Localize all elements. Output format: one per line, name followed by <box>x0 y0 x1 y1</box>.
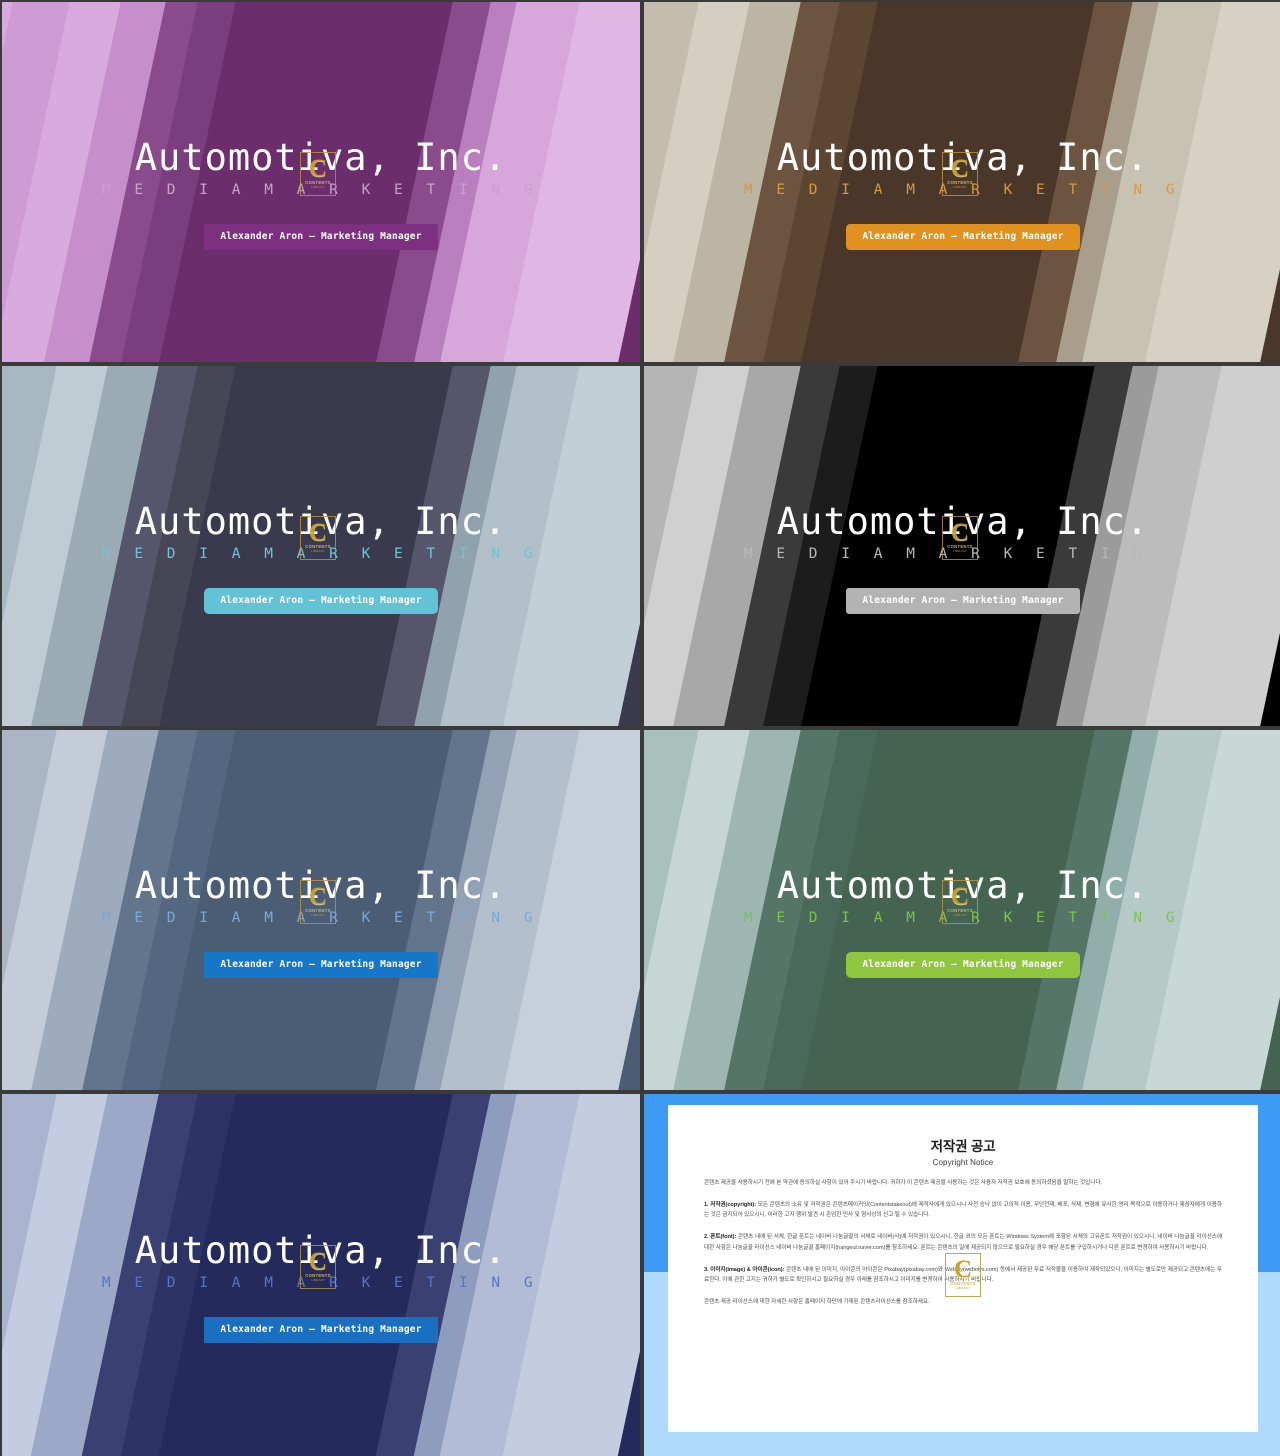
doc-paragraph: 콘텐츠 제공을 사용하시기 전에 본 약관에 동의하실 사항이 있어 주시기 바… <box>704 1180 1102 1186</box>
slide-black[interactable]: Automotiva, Inc. M E D I A M A R K E T I… <box>644 366 1280 726</box>
slide-steel-blue[interactable]: Automotiva, Inc. M E D I A M A R K E T I… <box>2 730 640 1090</box>
slide-title: Automotiva, Inc. <box>776 864 1150 908</box>
slide-title: Automotiva, Inc. <box>776 500 1150 544</box>
slide-brown-content: Automotiva, Inc. M E D I A M A R K E T I… <box>644 114 1280 250</box>
slide-slate-dark-content: Automotiva, Inc. M E D I A M A R K E T I… <box>2 478 640 614</box>
slide-subtitle: M E D I A M A R K E T I N G <box>743 909 1183 926</box>
doc-heading-english: Copyright Notice <box>932 1158 994 1167</box>
slide-thumbnail-grid: Automotiva, Inc. M E D I A M A R K E T I… <box>0 0 1280 1456</box>
presenter-badge[interactable]: Alexander Aron – Marketing Manager <box>204 951 438 978</box>
slide-navy-content: Automotiva, Inc. M E D I A M A R K E T I… <box>2 1207 640 1343</box>
slide-title: Automotiva, Inc. <box>134 864 508 908</box>
presenter-badge[interactable]: Alexander Aron – Marketing Manager <box>846 951 1080 978</box>
slide-title: Automotiva, Inc. <box>134 136 508 180</box>
doc-paragraph: 1. 저작권(copyright): 모든 콘텐츠의 소유 및 저작권은 콘텐츠… <box>704 1201 1222 1219</box>
slide-steel-blue-content: Automotiva, Inc. M E D I A M A R K E T I… <box>2 842 640 978</box>
slide-subtitle: M E D I A M A R K E T I N G <box>743 181 1183 198</box>
presenter-badge[interactable]: Alexander Aron – Marketing Manager <box>204 587 438 614</box>
presenter-badge[interactable]: Alexander Aron – Marketing Manager <box>204 1316 438 1343</box>
slide-title: Automotiva, Inc. <box>134 500 508 544</box>
watermark-letter: C <box>953 1255 973 1283</box>
watermark-line2: LIBRARY <box>955 1286 971 1291</box>
slide-purple[interactable]: Automotiva, Inc. M E D I A M A R K E T I… <box>2 2 640 362</box>
contents-library-watermark-icon: C CONTENTS LIBRARY <box>945 1253 981 1297</box>
slide-title: Automotiva, Inc. <box>776 136 1150 180</box>
doc-paragraph: 2. 폰트(font): 콘텐츠 내에 된 서체, 한글 폰트는 네이버 나눔글… <box>704 1234 1222 1251</box>
slide-copyright-notice[interactable]: 저작권 공고 Copyright Notice 콘텐츠 제공을 사용하시기 전에… <box>644 1094 1280 1456</box>
slide-brown[interactable]: Automotiva, Inc. M E D I A M A R K E T I… <box>644 2 1280 362</box>
slide-purple-content: Automotiva, Inc. M E D I A M A R K E T I… <box>2 114 640 250</box>
slide-subtitle: M E D I A M A R K E T I N G <box>101 1274 541 1291</box>
slide-black-content: Automotiva, Inc. M E D I A M A R K E T I… <box>644 478 1280 614</box>
presenter-badge[interactable]: Alexander Aron – Marketing Manager <box>846 223 1080 250</box>
slide-title: Automotiva, Inc. <box>134 1229 508 1273</box>
slide-slate-dark[interactable]: Automotiva, Inc. M E D I A M A R K E T I… <box>2 366 640 726</box>
slide-subtitle: M E D I A M A R K E T I N G <box>101 545 541 562</box>
presenter-badge[interactable]: Alexander Aron – Marketing Manager <box>204 223 438 250</box>
slide-green-content: Automotiva, Inc. M E D I A M A R K E T I… <box>644 842 1280 978</box>
slide-subtitle: M E D I A M A R K E T I N G <box>101 909 541 926</box>
doc-heading-korean: 저작권 공고 <box>930 1139 996 1154</box>
slide-navy[interactable]: Automotiva, Inc. M E D I A M A R K E T I… <box>2 1094 640 1456</box>
slide-subtitle: M E D I A M A R K E T I N G <box>743 545 1183 562</box>
slide-green[interactable]: Automotiva, Inc. M E D I A M A R K E T I… <box>644 730 1280 1090</box>
doc-paragraph: 콘텐츠 제공 라이선스에 대한 자세한 사항은 홈페이지 하단에 기재된 콘텐츠… <box>704 1299 930 1306</box>
slide-subtitle: M E D I A M A R K E T I N G <box>101 181 541 198</box>
presenter-badge[interactable]: Alexander Aron – Marketing Manager <box>846 587 1080 614</box>
